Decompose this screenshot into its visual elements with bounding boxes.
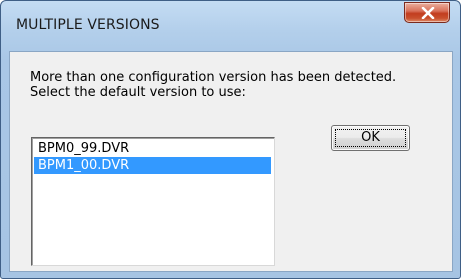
title-bar[interactable]: MULTIPLE VERSIONS xyxy=(1,1,460,51)
ok-button[interactable]: OK xyxy=(331,125,410,151)
ok-button-label: OK xyxy=(361,130,380,145)
message-line-1: More than one configuration version has … xyxy=(30,70,397,85)
list-item-bpm0-99[interactable]: BPM0_99.DVR xyxy=(34,140,271,157)
close-icon xyxy=(421,7,435,19)
dialog-title: MULTIPLE VERSIONS xyxy=(16,17,160,33)
close-button[interactable] xyxy=(404,2,450,23)
message-line-2: Select the default version to use: xyxy=(30,85,246,100)
version-listbox[interactable]: BPM0_99.DVR BPM1_00.DVR xyxy=(31,137,275,266)
dialog-window: MULTIPLE VERSIONS More than one configur… xyxy=(0,0,461,279)
list-item-bpm1-00[interactable]: BPM1_00.DVR xyxy=(34,157,271,174)
dialog-client-area: More than one configuration version has … xyxy=(9,51,453,272)
message-text: More than one configuration version has … xyxy=(30,70,450,100)
